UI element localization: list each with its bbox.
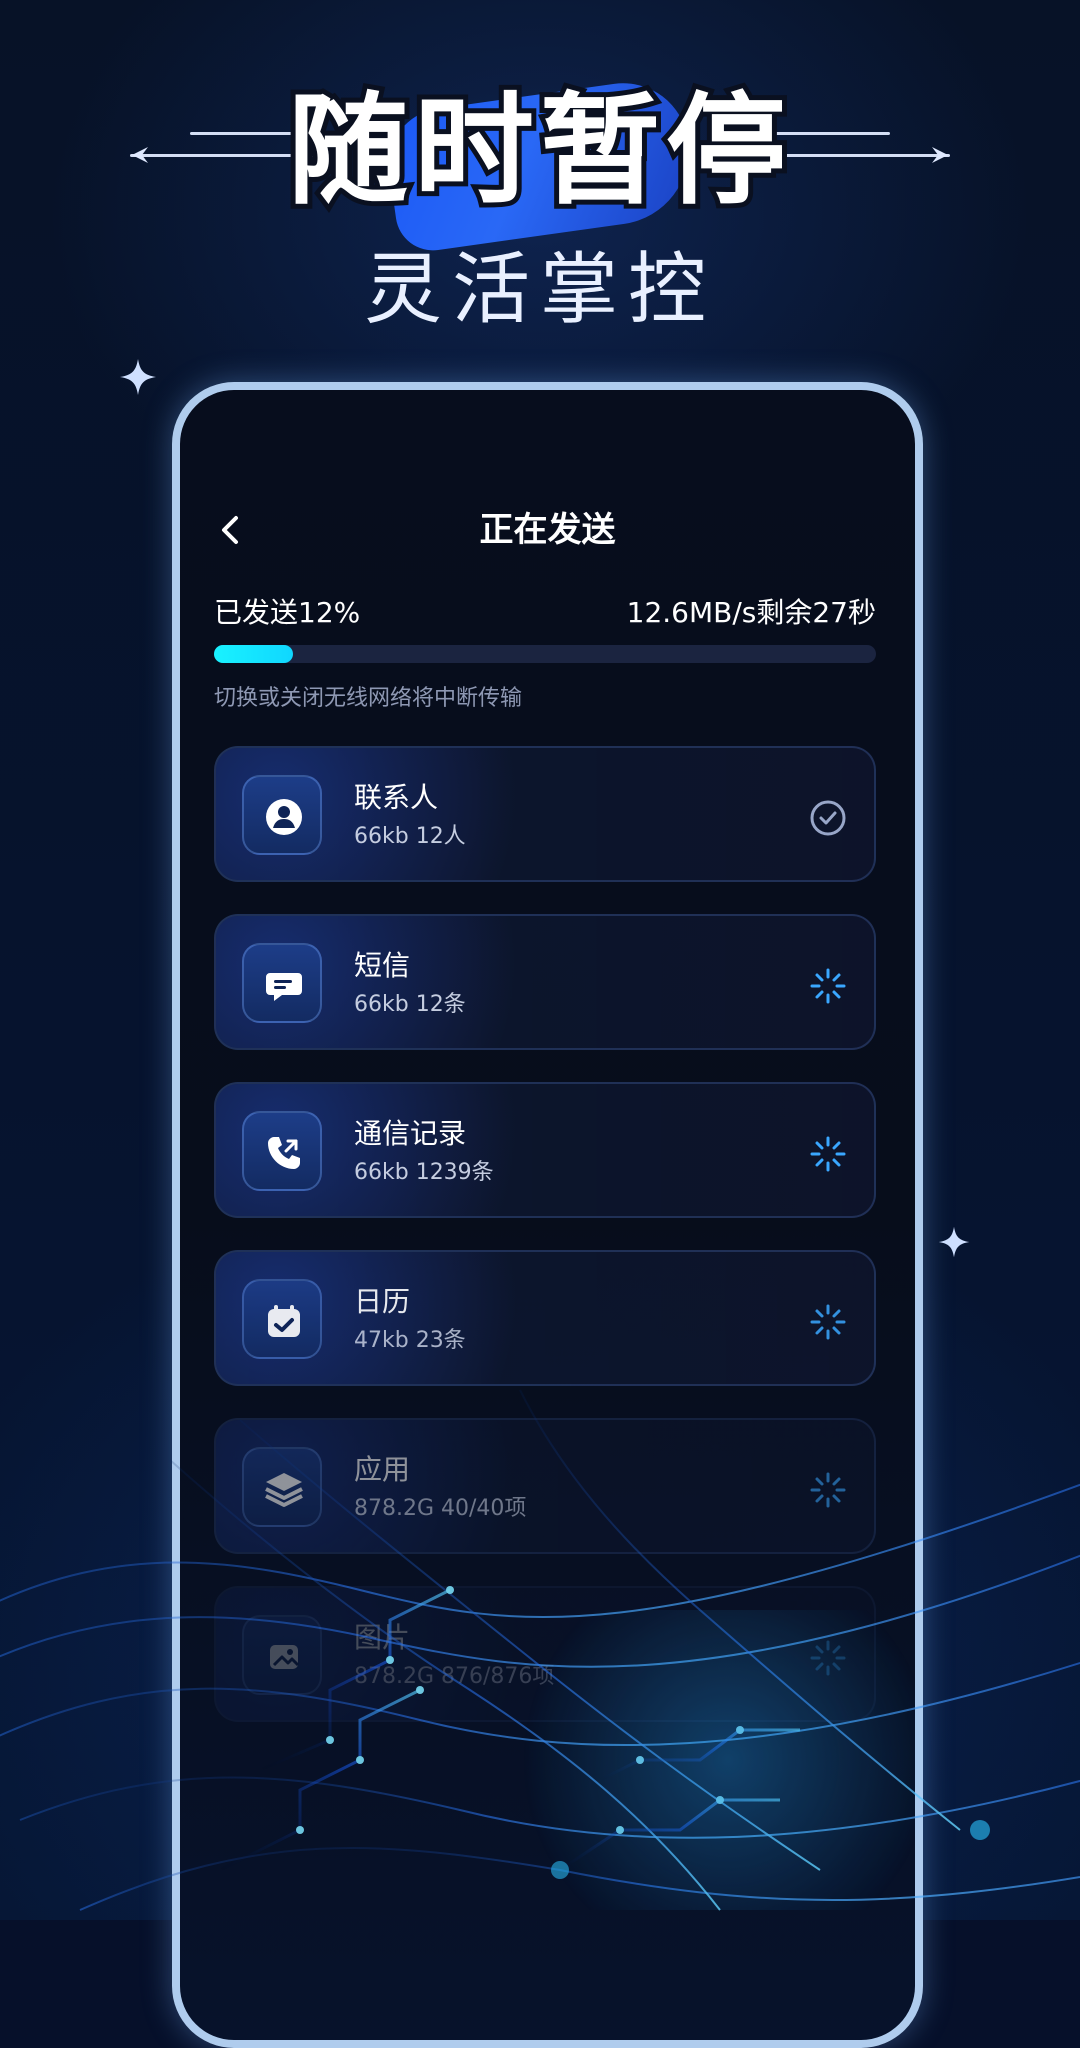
sent-percent: 已发送12% [214,596,361,629]
contact-icon [242,775,322,855]
circuit-decoration [0,1350,1080,1920]
item-title: 联系人 [354,781,439,814]
check-circle-icon [808,798,848,838]
list-item[interactable]: 通信记录 66kb 1239条 [214,1082,876,1218]
progress-info: 已发送12% 12.6MB/s剩余27秒 [214,590,876,636]
spinner-icon [808,966,848,1006]
network-hint: 切换或关闭无线网络将中断传输 [214,686,523,711]
headline-subtitle: 灵活掌控 [363,245,716,335]
item-title: 日历 [354,1285,411,1318]
list-item[interactable]: 联系人 66kb 12人 [214,746,876,882]
spinner-icon [808,1134,848,1174]
screen-title: 正在发送 [479,510,616,550]
headline-title: 随时暂停 [283,77,792,226]
top-navigation: 正在发送 [180,500,915,560]
item-subtitle: 66kb 12人 [354,824,466,849]
sparkle-icon-right [937,1225,971,1259]
item-title: 通信记录 [354,1117,467,1150]
progress-bar [214,645,876,663]
list-item[interactable]: 短信 66kb 12条 [214,914,876,1050]
call-log-icon [242,1111,322,1191]
speed-remaining: 12.6MB/s剩余27秒 [626,596,876,629]
message-icon [242,943,322,1023]
spinner-icon [808,1302,848,1342]
item-subtitle: 66kb 1239条 [354,1160,494,1185]
calendar-icon [242,1279,322,1359]
item-title: 短信 [354,949,411,982]
item-subtitle: 66kb 12条 [354,992,466,1017]
progress-bar-fill [214,645,294,663]
sparkle-icon-left [118,357,158,397]
